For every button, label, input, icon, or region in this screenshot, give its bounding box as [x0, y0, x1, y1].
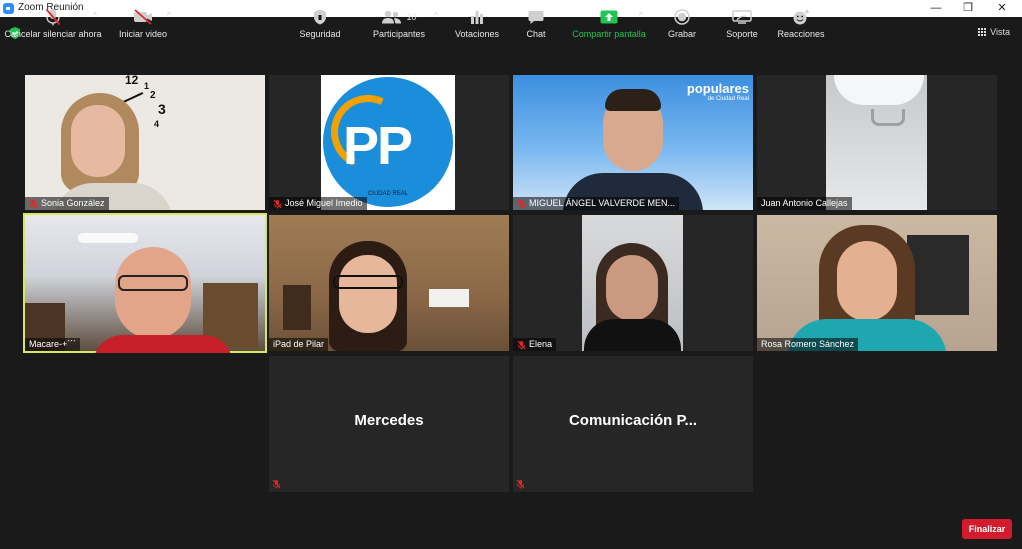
participant-hair [605, 89, 661, 111]
start-video-button[interactable]: Iniciar video [112, 8, 174, 39]
participant-name: Juan Antonio Callejas [761, 198, 848, 208]
security-label: Seguridad [299, 29, 341, 39]
chat-button[interactable]: Chat [518, 8, 554, 39]
participants-icon [382, 10, 402, 24]
share-options-caret-icon[interactable]: ^ [639, 11, 643, 20]
grid-icon [978, 28, 987, 36]
video-tile[interactable]: Rosa Romero Sánchez [757, 215, 997, 351]
participant-face [71, 105, 125, 177]
participant-name: Sonia González [41, 198, 105, 208]
view-button[interactable]: Vista [978, 27, 1010, 37]
participant-name: Elena [529, 339, 553, 349]
restore-button[interactable]: ❐ [953, 0, 983, 17]
minimize-button[interactable]: — [921, 0, 951, 17]
remote-support-icon [732, 10, 752, 24]
view-label: Vista [990, 27, 1010, 37]
participant-video [582, 215, 683, 351]
reactions-smiley-icon [793, 9, 810, 25]
active-speaker-tile[interactable]: Macare-+´´´ [23, 213, 267, 353]
record-label: Grabar [667, 29, 696, 39]
participant-name-bar: Rosa Romero Sánchez [757, 338, 859, 351]
muted-mic-icon [273, 199, 282, 208]
video-options-caret-icon[interactable]: ^ [167, 11, 171, 20]
video-off-tile[interactable]: Mercedes [269, 356, 509, 492]
participant-face [339, 255, 397, 333]
participant-name-bar: Macare-+´´´ [25, 338, 81, 351]
share-screen-arrow-icon [600, 10, 618, 24]
reactions-button[interactable]: Reacciones [776, 8, 826, 39]
furniture [283, 285, 311, 330]
muted-mic-icon [272, 479, 281, 489]
video-off-camera-icon [134, 9, 152, 25]
brand-subtitle: de Ciudad Real [707, 96, 749, 102]
participants-count: 10 [406, 12, 417, 22]
audio-options-caret-icon[interactable]: ^ [93, 11, 97, 20]
security-button[interactable]: Seguridad [296, 8, 344, 39]
unmute-button[interactable]: Cancelar silenciar ahora [4, 8, 102, 39]
support-button[interactable]: Soporte [722, 8, 762, 39]
reactions-label: Reacciones [777, 29, 825, 39]
close-button[interactable]: ✕ [987, 0, 1017, 17]
brand-title: populares [686, 81, 749, 96]
wall-painting [907, 235, 969, 315]
participant-name-bar: Sonia González [25, 197, 109, 210]
muted-microphone-icon [45, 8, 61, 26]
participant-name: Rosa Romero Sánchez [761, 339, 855, 349]
participant-name: iPad de Pilar [273, 339, 325, 349]
participant-glasses [333, 275, 403, 289]
share-screen-label: Compartir pantalla [572, 29, 646, 39]
polls-button[interactable]: Votaciones [452, 8, 502, 39]
participant-name-bar: Elena [513, 338, 557, 351]
participants-button[interactable]: 10 Participantes [370, 8, 428, 39]
participant-face [115, 247, 191, 339]
video-tile[interactable]: PP CIUDAD REAL José Miguel Imedio [269, 75, 509, 210]
polls-label: Votaciones [454, 29, 500, 39]
participant-display-name: Mercedes [354, 412, 424, 429]
participant-name: Macare-+´´´ [29, 339, 77, 349]
populares-brand: populares de Ciudad Real [673, 81, 749, 102]
start-video-label: Iniciar video [118, 29, 168, 39]
unmute-label: Cancelar silenciar ahora [4, 29, 102, 39]
ceiling-fan [78, 233, 138, 243]
participant-name: José Miguel Imedio [285, 198, 363, 208]
air-conditioner [429, 289, 469, 307]
participant-name-bar: Juan Antonio Callejas [757, 197, 852, 210]
camera-ceiling-image [826, 75, 927, 210]
video-tile[interactable]: Juan Antonio Callejas [757, 75, 997, 210]
participant-display-name: Comunicación P... [568, 412, 698, 429]
participant-glasses [118, 275, 188, 291]
participant-name-bar: José Miguel Imedio [269, 197, 367, 210]
polls-bar-chart-icon [471, 11, 483, 24]
participant-name: MIGUEL ÁNGEL VALVERDE MEN... [529, 198, 676, 208]
end-meeting-button[interactable]: Finalizar [962, 519, 1012, 539]
record-button[interactable]: Grabar [664, 8, 700, 39]
video-tile[interactable]: iPad de Pilar [269, 215, 509, 351]
chat-label: Chat [526, 29, 546, 39]
video-tile[interactable]: populares de Ciudad Real MIGUEL ÁNGEL VA… [513, 75, 753, 210]
share-screen-button[interactable]: Compartir pantalla [570, 8, 648, 39]
muted-mic-icon [517, 340, 526, 349]
participant-shirt [93, 335, 233, 353]
pp-logo: PP CIUDAD REAL [320, 75, 455, 210]
video-tile[interactable]: 12 1 2 3 4 Sonia González [25, 75, 265, 210]
participant-face [837, 241, 897, 321]
support-label: Soporte [726, 29, 758, 39]
meeting-toolbar [0, 507, 1022, 549]
participant-name-bar: MIGUEL ÁNGEL VALVERDE MEN... [513, 197, 680, 210]
record-icon [674, 9, 690, 25]
muted-mic-icon [29, 199, 38, 208]
security-shield-icon [314, 9, 326, 25]
participant-name-bar: iPad de Pilar [269, 338, 329, 351]
participants-options-caret-icon[interactable]: ^ [434, 11, 438, 20]
video-off-tile[interactable]: Comunicación P... [513, 356, 753, 492]
chat-bubble-icon [528, 10, 544, 24]
muted-mic-icon [517, 199, 526, 208]
muted-mic-icon [516, 479, 525, 489]
participants-label: Participantes [372, 29, 426, 39]
video-tile[interactable]: Elena [513, 215, 753, 351]
